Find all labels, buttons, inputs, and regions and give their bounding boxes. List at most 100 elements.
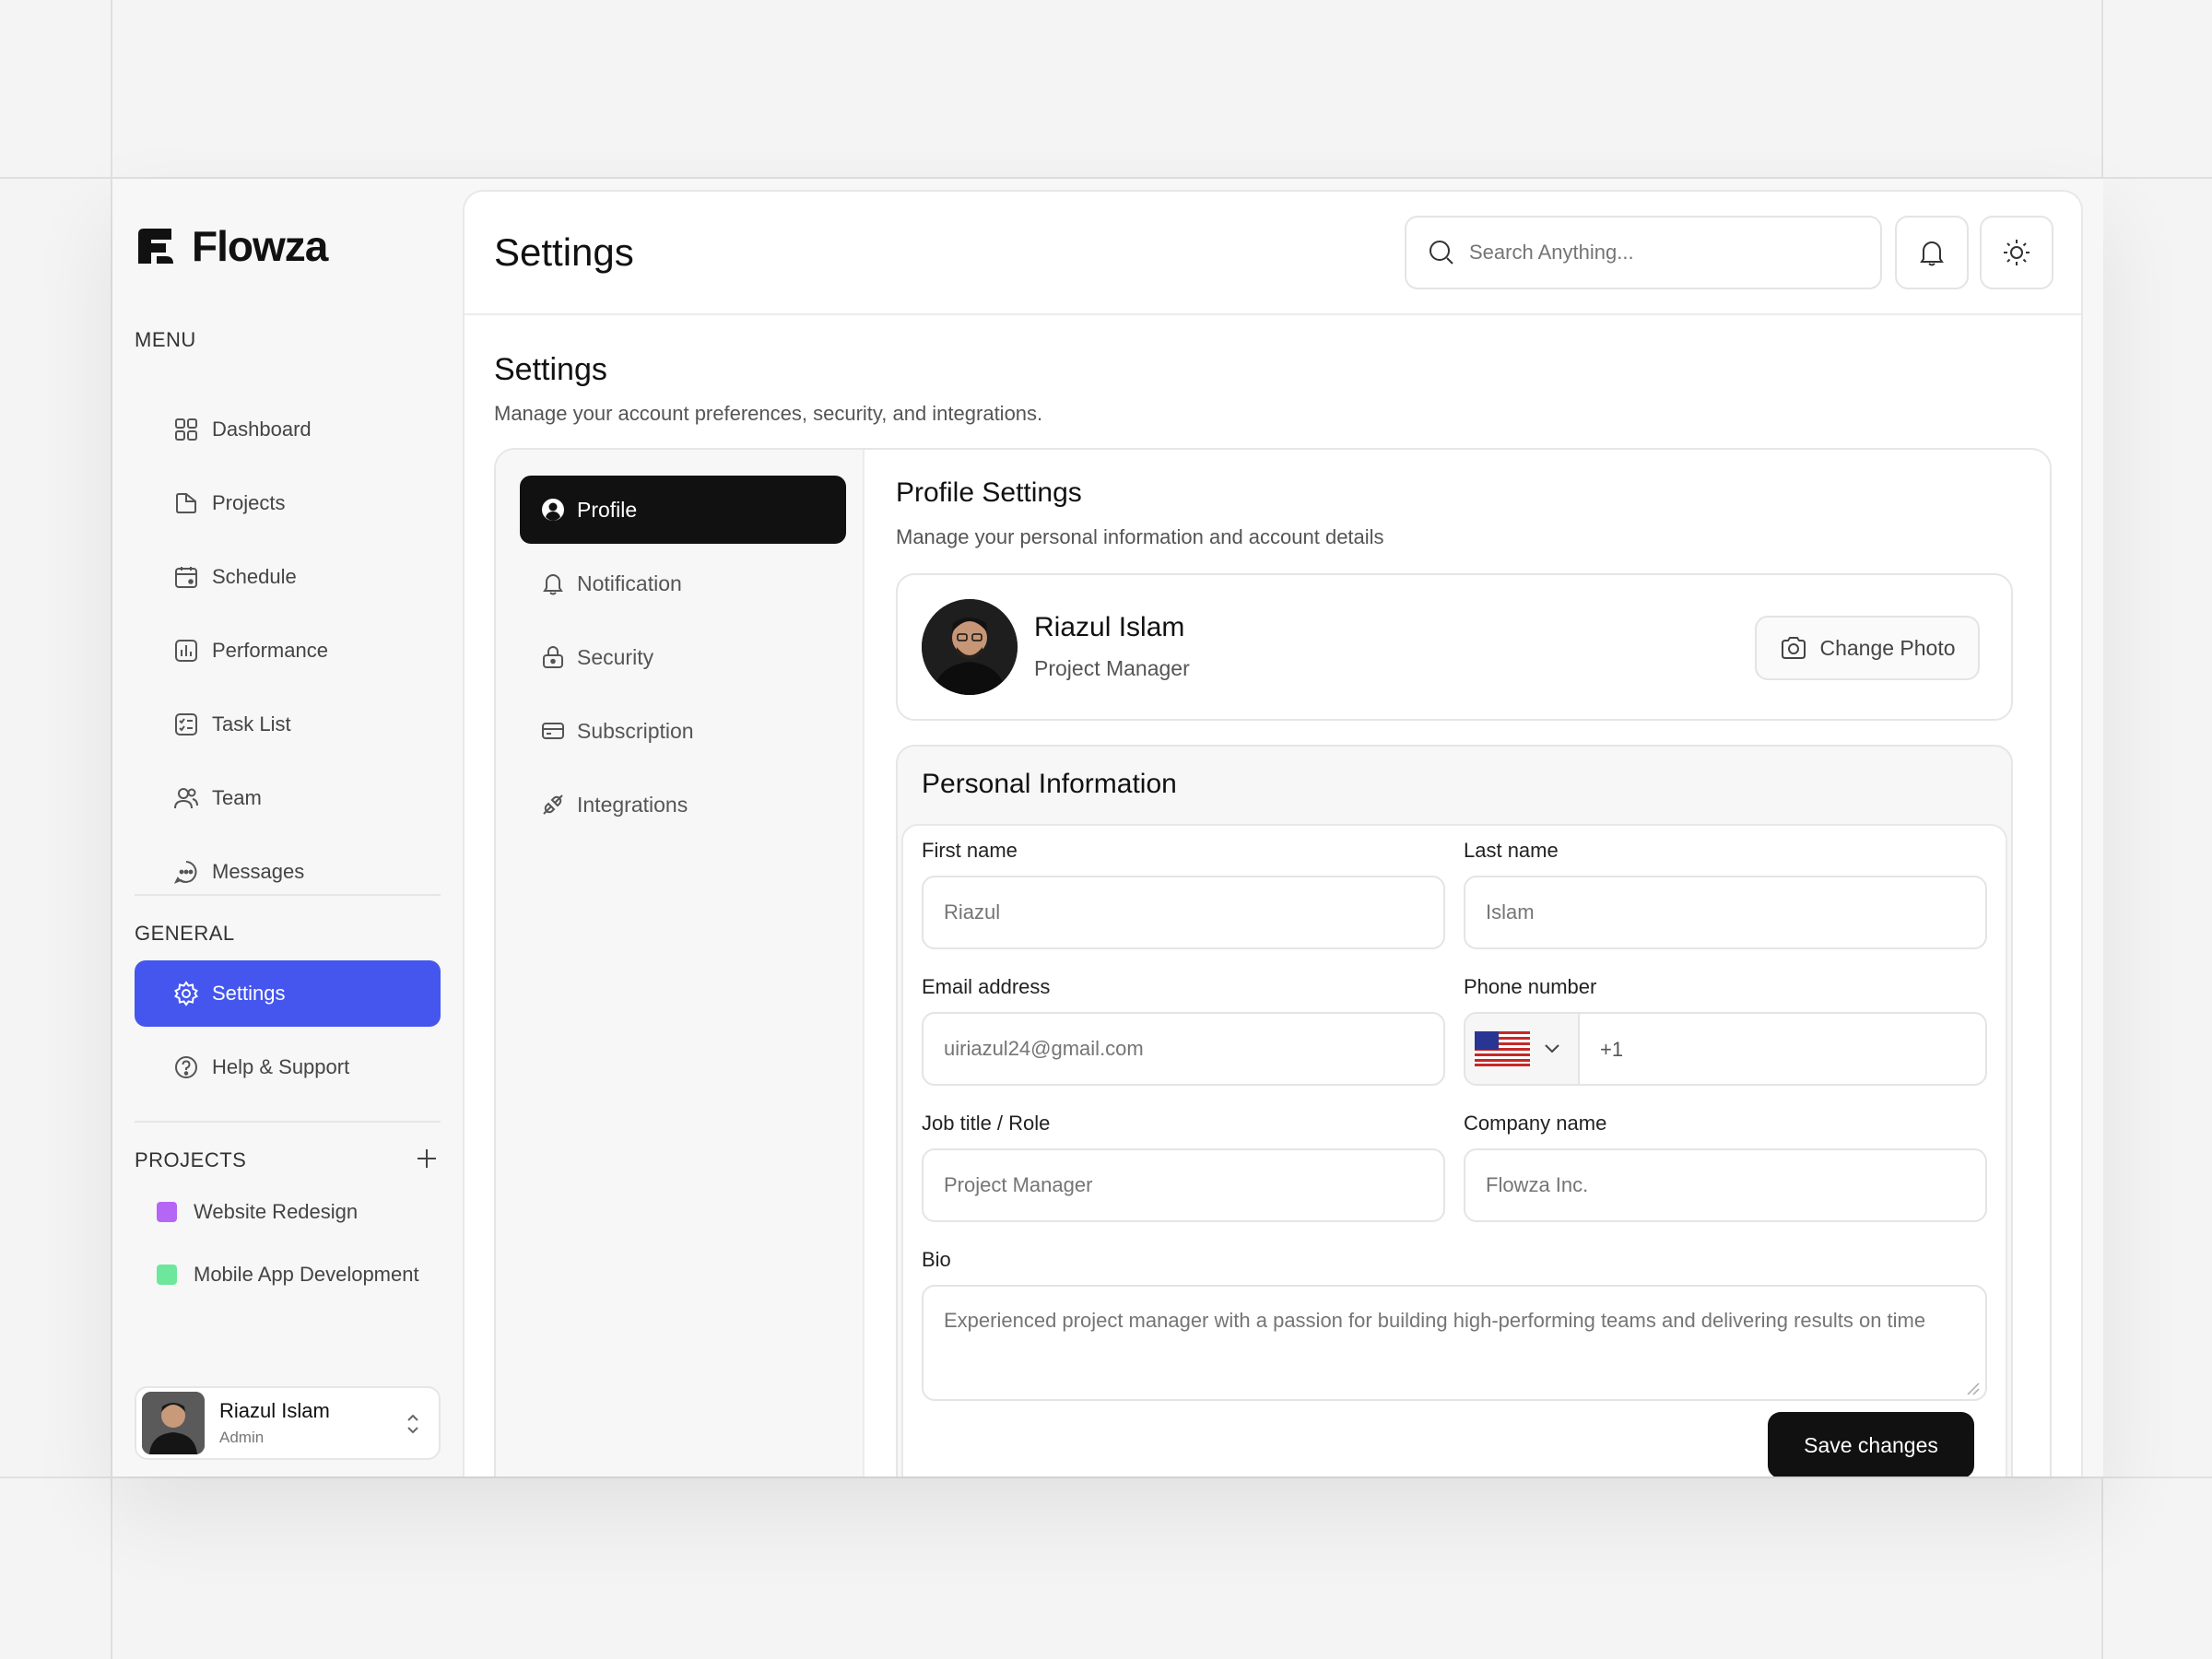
job-title-field[interactable] <box>922 1148 1445 1222</box>
sidebar-item-label: Help & Support <box>212 1055 350 1078</box>
sidebar-item-settings[interactable]: Settings <box>135 960 441 1027</box>
sidebar-item-label: Dashboard <box>212 418 312 441</box>
project-label: Mobile App Development <box>194 1263 419 1286</box>
app-logo[interactable]: Flowza <box>135 221 328 271</box>
tab-subscription[interactable]: Subscription <box>520 697 846 765</box>
search-bar[interactable] <box>1405 216 1882 289</box>
app-window: Flowza MENU Dashboard Projects Schedule … <box>112 179 2103 1477</box>
menu-section-title: MENU <box>135 328 196 351</box>
sun-icon <box>2004 240 2030 265</box>
sidebar-item-schedule[interactable]: Schedule <box>135 544 441 610</box>
sidebar-item-label: Schedule <box>212 565 297 588</box>
profile-settings-title: Profile Settings <box>896 477 1082 508</box>
tab-label: Security <box>577 644 654 669</box>
sidebar-item-label: Team <box>212 786 262 809</box>
bio-field[interactable] <box>922 1285 1987 1401</box>
last-name-label: Last name <box>1464 839 1559 862</box>
gear-icon <box>174 981 198 1006</box>
sidebar-item-task-list[interactable]: Task List <box>135 691 441 758</box>
calendar-icon <box>175 567 197 588</box>
save-changes-button[interactable]: Save changes <box>1768 1412 1974 1477</box>
theme-toggle-button[interactable] <box>1980 216 2053 289</box>
tab-label: Notification <box>577 571 682 595</box>
user-switcher[interactable]: Riazul Islam Admin <box>135 1386 441 1460</box>
project-color-swatch <box>157 1202 177 1222</box>
country-code-select[interactable] <box>1465 1014 1580 1084</box>
user-role: Admin <box>219 1429 265 1446</box>
search-icon <box>1430 241 1453 265</box>
general-section-title: GENERAL <box>135 922 235 945</box>
sidebar-divider <box>135 894 441 896</box>
tab-label: Integrations <box>577 792 688 817</box>
project-label: Website Redesign <box>194 1200 359 1223</box>
last-name-field[interactable] <box>1464 876 1987 949</box>
sidebar-item-label: Settings <box>212 982 286 1005</box>
notifications-button[interactable] <box>1895 216 1969 289</box>
chart-icon <box>175 640 197 662</box>
user-name: Riazul Islam <box>219 1399 330 1422</box>
tab-security[interactable]: Security <box>520 623 846 691</box>
phone-code: +1 <box>1600 1038 1624 1061</box>
profile-settings-subtitle: Manage your personal information and acc… <box>896 525 1384 548</box>
sidebar-item-team[interactable]: Team <box>135 765 441 831</box>
camera-icon <box>1782 637 1806 659</box>
section-subtitle: Manage your account preferences, securit… <box>494 402 1043 425</box>
company-field[interactable] <box>1464 1148 1987 1222</box>
company-label: Company name <box>1464 1112 1607 1135</box>
grid-icon <box>175 418 197 441</box>
us-flag-icon <box>1475 1031 1530 1066</box>
user-circle-icon <box>542 499 564 521</box>
sidebar-item-label: Messages <box>212 860 305 883</box>
tab-label: Profile <box>577 497 638 522</box>
sidebar-item-dashboard[interactable]: Dashboard <box>135 396 441 463</box>
plug-icon <box>543 794 563 815</box>
tab-label: Subscription <box>577 718 694 743</box>
tab-integrations[interactable]: Integrations <box>520 771 846 839</box>
checklist-icon <box>175 713 197 735</box>
bio-label: Bio <box>922 1248 951 1271</box>
guide-line <box>0 1477 2212 1478</box>
tab-profile[interactable]: Profile <box>520 476 846 544</box>
search-input[interactable] <box>1469 241 1856 265</box>
sidebar-item-label: Projects <box>212 491 286 514</box>
bell-icon <box>1920 241 1944 266</box>
sidebar: Flowza MENU Dashboard Projects Schedule … <box>112 179 463 1477</box>
profile-name: Riazul Islam <box>1034 612 1185 642</box>
job-title-label: Job title / Role <box>922 1112 1051 1135</box>
sidebar-item-projects[interactable]: Projects <box>135 470 441 536</box>
sidebar-item-performance[interactable]: Performance <box>135 618 441 684</box>
chevron-updown-icon <box>407 1414 418 1434</box>
tab-notification[interactable]: Notification <box>520 549 846 618</box>
avatar <box>142 1392 205 1454</box>
change-photo-label: Change Photo <box>1819 635 1956 660</box>
personal-info-title: Personal Information <box>922 769 1177 799</box>
first-name-field[interactable] <box>922 876 1445 949</box>
project-item-mobile-app[interactable]: Mobile App Development <box>157 1263 419 1287</box>
folder-icon <box>176 493 196 513</box>
change-photo-button[interactable]: Change Photo <box>1755 616 1980 680</box>
phone-field[interactable]: +1 <box>1464 1012 1987 1086</box>
bell-icon <box>543 574 563 595</box>
help-icon <box>175 1056 197 1078</box>
top-bar: Settings <box>465 192 2081 315</box>
resize-grip-icon[interactable] <box>1963 1379 1980 1395</box>
chat-icon <box>173 861 197 884</box>
sidebar-item-help[interactable]: Help & Support <box>135 1034 441 1100</box>
flowza-logo-icon <box>138 229 173 264</box>
personal-info-form: First name Last name Email address Phone… <box>901 824 2007 1477</box>
users-icon <box>174 788 198 809</box>
add-project-icon[interactable] <box>415 1147 439 1171</box>
page-title: Settings <box>494 230 634 274</box>
settings-container: Profile Notification Security Subscripti… <box>494 448 2052 1477</box>
sidebar-item-label: Task List <box>212 712 291 735</box>
card-icon <box>542 723 564 739</box>
profile-role: Project Manager <box>1034 656 1190 680</box>
sidebar-divider <box>135 1121 441 1123</box>
project-item-website-redesign[interactable]: Website Redesign <box>157 1200 358 1224</box>
sidebar-item-label: Performance <box>212 639 328 662</box>
project-color-swatch <box>157 1265 177 1285</box>
chevron-down-icon <box>1545 1044 1559 1053</box>
phone-label: Phone number <box>1464 975 1597 998</box>
email-field[interactable] <box>922 1012 1445 1086</box>
avatar <box>922 599 1018 695</box>
